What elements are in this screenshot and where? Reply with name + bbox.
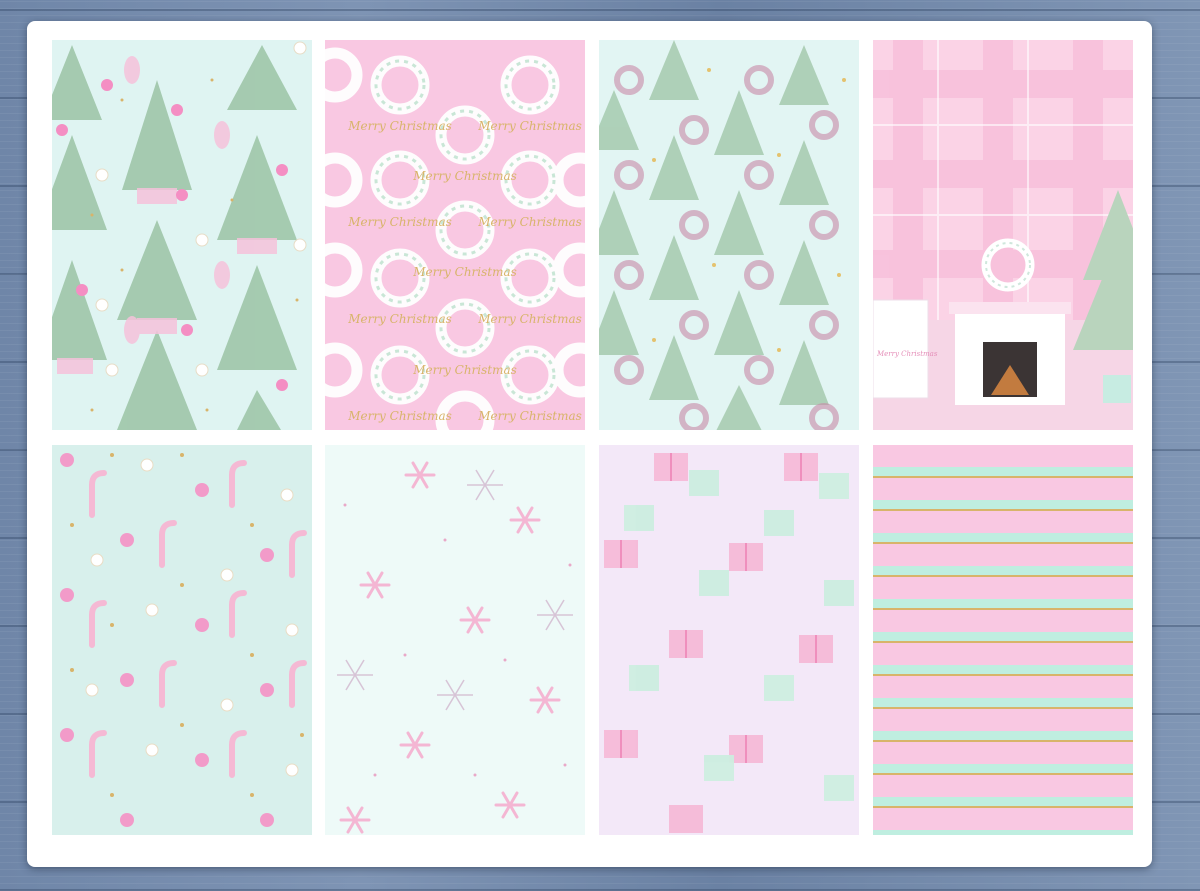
fireplace-sign-text: Merry Christmas xyxy=(876,350,938,358)
wreath-text-8: Merry Christmas xyxy=(477,312,582,326)
stripe-icon xyxy=(873,445,1133,835)
christmas-tree-icon xyxy=(599,40,859,430)
wreath-text-4: Merry Christmas xyxy=(347,215,452,229)
fireplace-icon: Merry Christmas xyxy=(873,40,1133,430)
candy-cane-icon xyxy=(52,445,312,835)
pattern-tile-wreaths: Merry Christmas Merry Christmas Merry Ch… xyxy=(325,40,585,430)
wreath-text-9: Merry Christmas xyxy=(412,363,517,377)
wreath-text-10: Merry Christmas xyxy=(347,409,452,423)
wreath-text-2: Merry Christmas xyxy=(477,119,582,133)
pattern-tile-gifts xyxy=(599,445,859,835)
pattern-tile-trees xyxy=(52,40,312,430)
wreath-icon: Merry Christmas Merry Christmas Merry Ch… xyxy=(325,40,585,430)
pattern-tile-stripes xyxy=(873,445,1133,835)
snowflake-icon xyxy=(325,445,585,835)
pattern-tile-snowflakes xyxy=(325,445,585,835)
wreath-text-5: Merry Christmas xyxy=(477,215,582,229)
pattern-tile-trees-wreaths xyxy=(599,40,859,430)
christmas-tree-icon xyxy=(52,40,312,430)
wreath-text-6: Merry Christmas xyxy=(412,265,517,279)
wreath-text-3: Merry Christmas xyxy=(412,169,517,183)
wreath-text-7: Merry Christmas xyxy=(347,312,452,326)
pattern-tile-candy-canes xyxy=(52,445,312,835)
gift-icon xyxy=(599,445,859,835)
pattern-tile-fireplace: Merry Christmas xyxy=(873,40,1133,430)
wreath-text-11: Merry Christmas xyxy=(477,409,582,423)
wreath-text-1: Merry Christmas xyxy=(347,119,452,133)
paper-sheet-card: Merry Christmas Merry Christmas Merry Ch… xyxy=(27,21,1152,867)
